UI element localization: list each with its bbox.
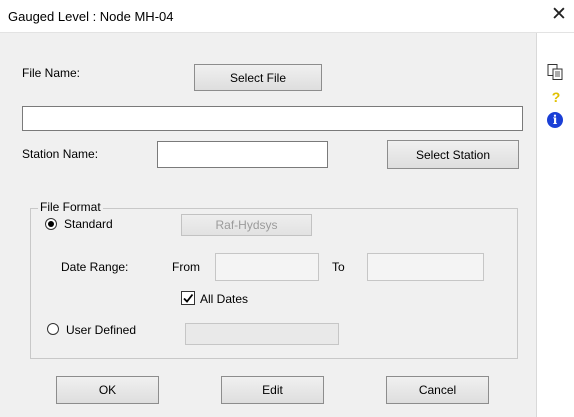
standard-radio[interactable] — [45, 218, 57, 230]
copy-icon[interactable] — [546, 63, 564, 81]
date-range-label: Date Range: — [61, 260, 129, 274]
file-format-legend: File Format — [38, 200, 103, 214]
to-label: To — [332, 260, 345, 274]
select-file-button[interactable]: Select File — [194, 64, 322, 91]
edit-button[interactable]: Edit — [221, 376, 324, 404]
title-bar: Gauged Level : Node MH-04 ✕ — [0, 0, 574, 33]
user-defined-input[interactable] — [185, 323, 339, 345]
help-icon[interactable]: ? — [549, 89, 563, 107]
checkmark-icon — [183, 293, 194, 303]
from-label: From — [172, 260, 200, 274]
all-dates-checkbox[interactable] — [181, 291, 195, 305]
close-icon[interactable]: ✕ — [549, 5, 569, 25]
user-defined-label: User Defined — [66, 323, 137, 337]
all-dates-label: All Dates — [200, 292, 249, 306]
from-date-input[interactable] — [215, 253, 319, 281]
standard-label: Standard — [64, 217, 113, 231]
station-name-input[interactable] — [157, 141, 328, 168]
station-name-label: Station Name: — [22, 147, 99, 161]
to-date-input[interactable] — [367, 253, 484, 281]
select-station-button[interactable]: Select Station — [387, 140, 519, 169]
dialog-title: Gauged Level : Node MH-04 — [8, 9, 174, 24]
cancel-button[interactable]: Cancel — [386, 376, 489, 404]
radio-selected-dot — [48, 221, 54, 227]
file-path-input[interactable] — [22, 106, 523, 131]
user-defined-radio[interactable] — [47, 323, 59, 335]
side-toolbar: ? i — [536, 33, 574, 417]
info-icon[interactable]: i — [547, 112, 563, 128]
file-name-label: File Name: — [22, 66, 81, 80]
copy-icon-graphic — [547, 64, 563, 80]
ok-button[interactable]: OK — [56, 376, 159, 404]
raf-hydsys-button[interactable]: Raf-Hydsys — [181, 214, 312, 236]
